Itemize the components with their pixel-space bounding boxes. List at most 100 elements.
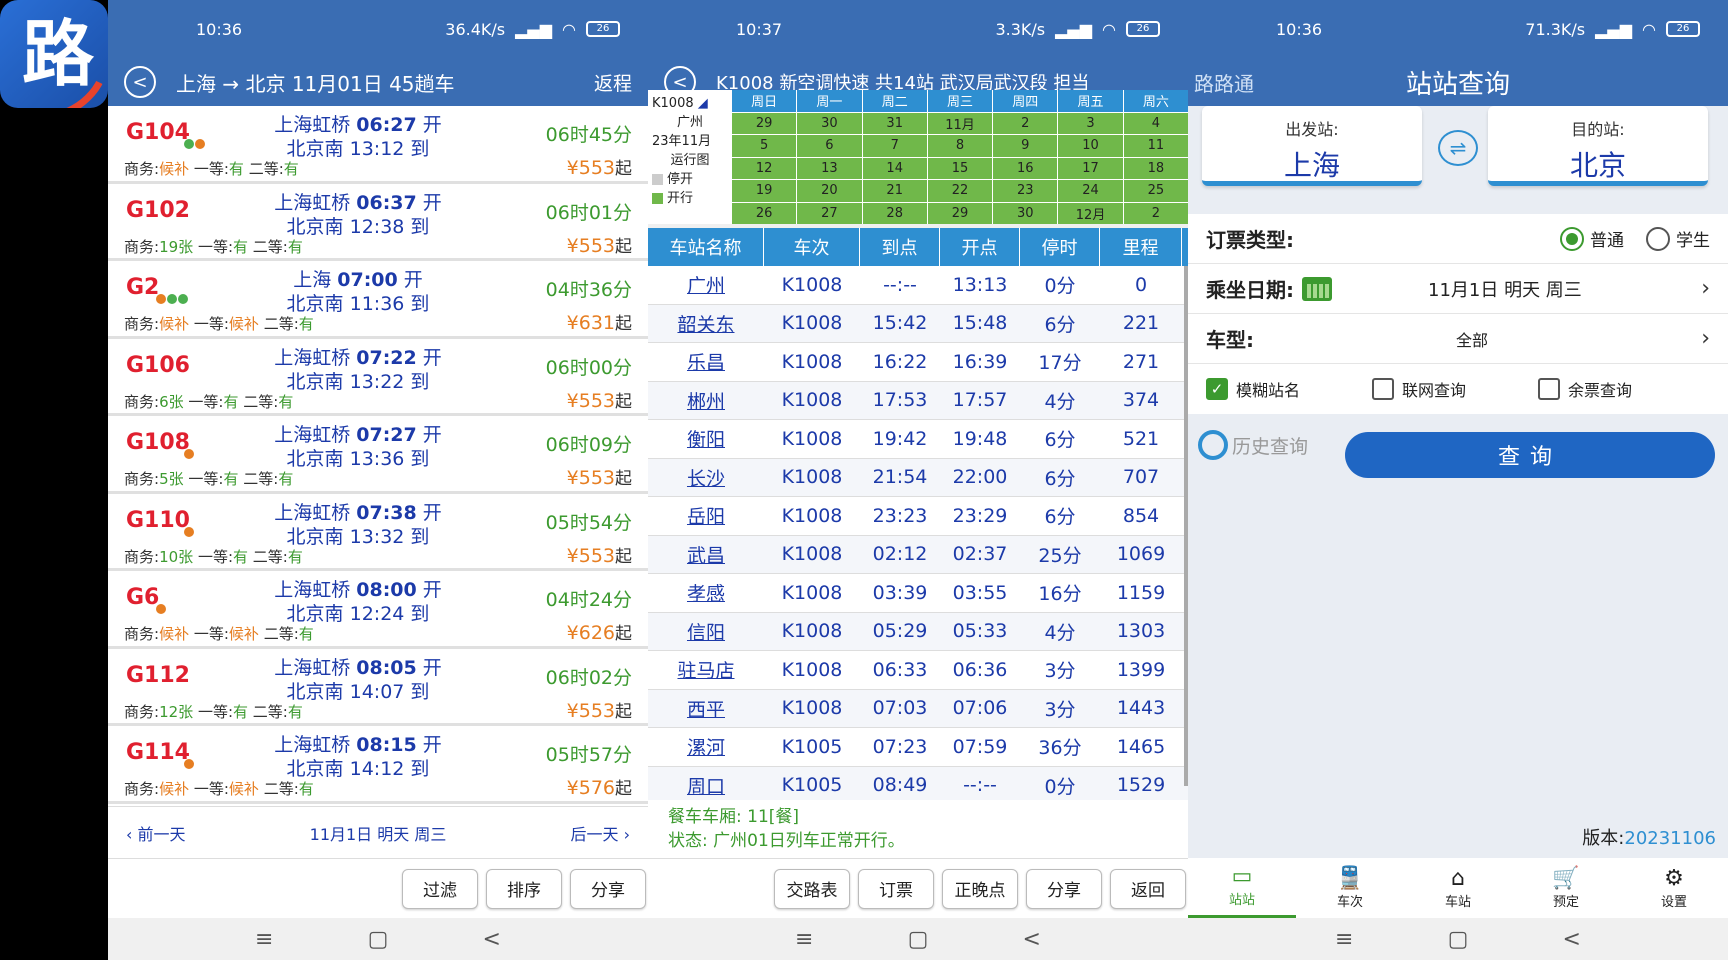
calendar-day[interactable]: 2 xyxy=(993,112,1058,134)
calendar-day[interactable]: 3 xyxy=(1058,112,1123,134)
calendar-day[interactable]: 8 xyxy=(927,135,993,157)
table-row[interactable]: 广州 K1008 --:-- 13:13 0分 0 xyxy=(648,266,1188,305)
route-table-button[interactable]: 交路表 xyxy=(774,868,850,909)
calendar-day[interactable]: 23 xyxy=(993,180,1058,202)
column-header[interactable]: 里程 xyxy=(1100,228,1182,266)
calendar-day[interactable]: 29 xyxy=(927,202,993,224)
tab-train-number[interactable]: 🚆 车次 xyxy=(1296,858,1404,918)
calendar-day[interactable]: 27 xyxy=(797,202,862,224)
calendar-day[interactable]: 2 xyxy=(1123,202,1188,224)
calendar-day[interactable]: 5 xyxy=(732,135,797,157)
station-name-link[interactable]: 衡阳 xyxy=(648,420,764,458)
column-header[interactable]: 开点 xyxy=(940,228,1020,266)
station-name-link[interactable]: 驻马店 xyxy=(648,651,764,689)
to-station-field[interactable]: 目的站: 北京 xyxy=(1488,106,1708,186)
station-name-link[interactable]: 韶关东 xyxy=(648,305,764,343)
train-row[interactable]: G102 上海虹桥 06:37 开北京南 12:38 到 06时01分 商务:19张 … xyxy=(108,183,648,261)
table-row[interactable]: 周口 K1005 08:49 --:-- 0分 1529 xyxy=(648,766,1188,800)
menu-icon[interactable]: ≡ xyxy=(795,927,813,952)
delay-button[interactable]: 正晚点 xyxy=(942,868,1018,909)
calendar-day[interactable]: 18 xyxy=(1123,157,1188,179)
calendar-day[interactable]: 29 xyxy=(732,112,797,134)
next-day-button[interactable]: 后一天 › xyxy=(571,821,631,845)
return-button[interactable]: 返回 xyxy=(1110,868,1186,909)
calendar-day[interactable]: 17 xyxy=(1058,157,1123,179)
station-name-link[interactable]: 信阳 xyxy=(648,613,764,651)
column-header[interactable]: 车站名称 xyxy=(648,228,764,266)
station-name-link[interactable]: 武昌 xyxy=(648,536,764,574)
table-row[interactable]: 乐昌 K1008 16:22 16:39 17分 271 xyxy=(648,343,1188,382)
back-nav-icon[interactable]: < xyxy=(483,927,501,952)
book-button[interactable]: 订票 xyxy=(858,868,934,909)
back-nav-icon[interactable]: < xyxy=(1023,927,1041,952)
calendar-day[interactable]: 12月 xyxy=(1058,202,1123,224)
calendar-day[interactable]: 22 xyxy=(927,180,993,202)
sort-button[interactable]: 排序 xyxy=(486,868,562,909)
train-row[interactable]: G2 上海 07:00 开北京南 11:36 到 04时36分 商务:候补 一等:候补… xyxy=(108,261,648,339)
menu-icon[interactable]: ≡ xyxy=(1335,927,1353,952)
station-name-link[interactable]: 乐昌 xyxy=(648,343,764,381)
train-row[interactable]: G106 上海虹桥 07:22 开北京南 13:22 到 06时00分 商务:6张 一… xyxy=(108,338,648,416)
station-name-link[interactable]: 孝感 xyxy=(648,574,764,612)
return-trip-button[interactable]: 返程 xyxy=(594,69,632,96)
tab-booking[interactable]: 🛒 预定 xyxy=(1512,858,1620,918)
calendar-day[interactable]: 9 xyxy=(993,135,1058,157)
table-row[interactable]: 驻马店 K1008 06:33 06:36 3分 1399 xyxy=(648,651,1188,690)
calendar-day[interactable]: 28 xyxy=(862,202,927,224)
table-row[interactable]: 郴州 K1008 17:53 17:57 4分 374 xyxy=(648,381,1188,420)
from-station-field[interactable]: 出发站: 上海 xyxy=(1202,106,1422,186)
ticket-student-radio[interactable]: 学生 xyxy=(1646,226,1710,251)
train-row[interactable]: G114 上海虹桥 08:15 开北京南 14:12 到 05时57分 商务:候补 一… xyxy=(108,726,648,804)
table-row[interactable]: 孝感 K1008 03:39 03:55 16分 1159 xyxy=(648,574,1188,613)
fuzzy-name-checkbox[interactable]: ✓ 模糊站名 xyxy=(1206,377,1300,401)
home-icon[interactable]: ▢ xyxy=(908,927,929,952)
calendar-day[interactable]: 15 xyxy=(927,157,993,179)
station-name-link[interactable]: 长沙 xyxy=(648,459,764,497)
train-row[interactable]: G6 上海虹桥 08:00 开北京南 12:24 到 04时24分 商务:候补 一等:… xyxy=(108,571,648,649)
train-row[interactable]: G104 上海虹桥 06:27 开北京南 13:12 到 06时45分 商务:候补 一… xyxy=(108,106,648,184)
table-row[interactable]: 岳阳 K1008 23:23 23:29 6分 854 xyxy=(648,497,1188,536)
swap-icon[interactable]: ⇌ xyxy=(1438,130,1478,166)
calendar-day[interactable]: 16 xyxy=(993,157,1058,179)
filter-button[interactable]: 过滤 xyxy=(402,868,478,909)
column-header[interactable]: 车次 xyxy=(764,228,860,266)
column-header[interactable]: 到点 xyxy=(860,228,940,266)
menu-icon[interactable]: ≡ xyxy=(255,927,273,952)
table-row[interactable]: 西平 K1008 07:03 07:06 3分 1443 xyxy=(648,689,1188,728)
calendar-day[interactable]: 24 xyxy=(1058,180,1123,202)
calendar-day[interactable]: 30 xyxy=(797,112,862,134)
table-row[interactable]: 武昌 K1008 02:12 02:37 25分 1069 xyxy=(648,535,1188,574)
station-name-link[interactable]: 广州 xyxy=(648,266,764,304)
calendar-day[interactable]: 26 xyxy=(732,202,797,224)
column-header[interactable]: 停时 xyxy=(1020,228,1100,266)
calendar-day[interactable]: 13 xyxy=(797,157,862,179)
tab-station[interactable]: ⌂ 车站 xyxy=(1404,858,1512,918)
ticket-normal-radio[interactable]: 普通 xyxy=(1560,226,1624,251)
online-query-checkbox[interactable]: 联网查询 xyxy=(1372,377,1466,401)
calendar-day[interactable]: 12 xyxy=(732,157,797,179)
calendar-day[interactable]: 21 xyxy=(862,180,927,202)
station-name-link[interactable]: 西平 xyxy=(648,690,764,728)
calendar-day[interactable]: 7 xyxy=(862,135,927,157)
station-name-link[interactable]: 郴州 xyxy=(648,382,764,420)
back-icon[interactable]: < xyxy=(124,66,156,98)
calendar-day[interactable]: 25 xyxy=(1123,180,1188,202)
remaining-tickets-checkbox[interactable]: 余票查询 xyxy=(1538,377,1632,401)
calendar-day[interactable]: 14 xyxy=(862,157,927,179)
train-type-row[interactable]: 车型: 全部 › xyxy=(1188,314,1728,364)
history-query-button[interactable]: 历史查询 xyxy=(1198,430,1308,460)
station-name-link[interactable]: 漯河 xyxy=(648,728,764,766)
back-nav-icon[interactable]: < xyxy=(1563,927,1581,952)
home-icon[interactable]: ▢ xyxy=(368,927,389,952)
train-row[interactable]: G112 上海虹桥 08:05 开北京南 14:07 到 06时02分 商务:12张 … xyxy=(108,648,648,726)
prev-day-button[interactable]: ‹ 前一天 xyxy=(126,821,186,845)
date-row[interactable]: 乘坐日期: 11月1日 明天 周三 › xyxy=(1188,264,1728,314)
calendar-day[interactable]: 11 xyxy=(1123,135,1188,157)
query-button[interactable]: 查询 xyxy=(1345,432,1715,478)
calendar-day[interactable]: 10 xyxy=(1058,135,1123,157)
calendar-day[interactable]: 20 xyxy=(797,180,862,202)
calendar-day[interactable]: 6 xyxy=(797,135,862,157)
calendar-day[interactable]: 11月 xyxy=(927,112,993,134)
station-name-link[interactable]: 岳阳 xyxy=(648,497,764,535)
tab-station-to-station[interactable]: ▭ 站站 xyxy=(1188,858,1296,918)
